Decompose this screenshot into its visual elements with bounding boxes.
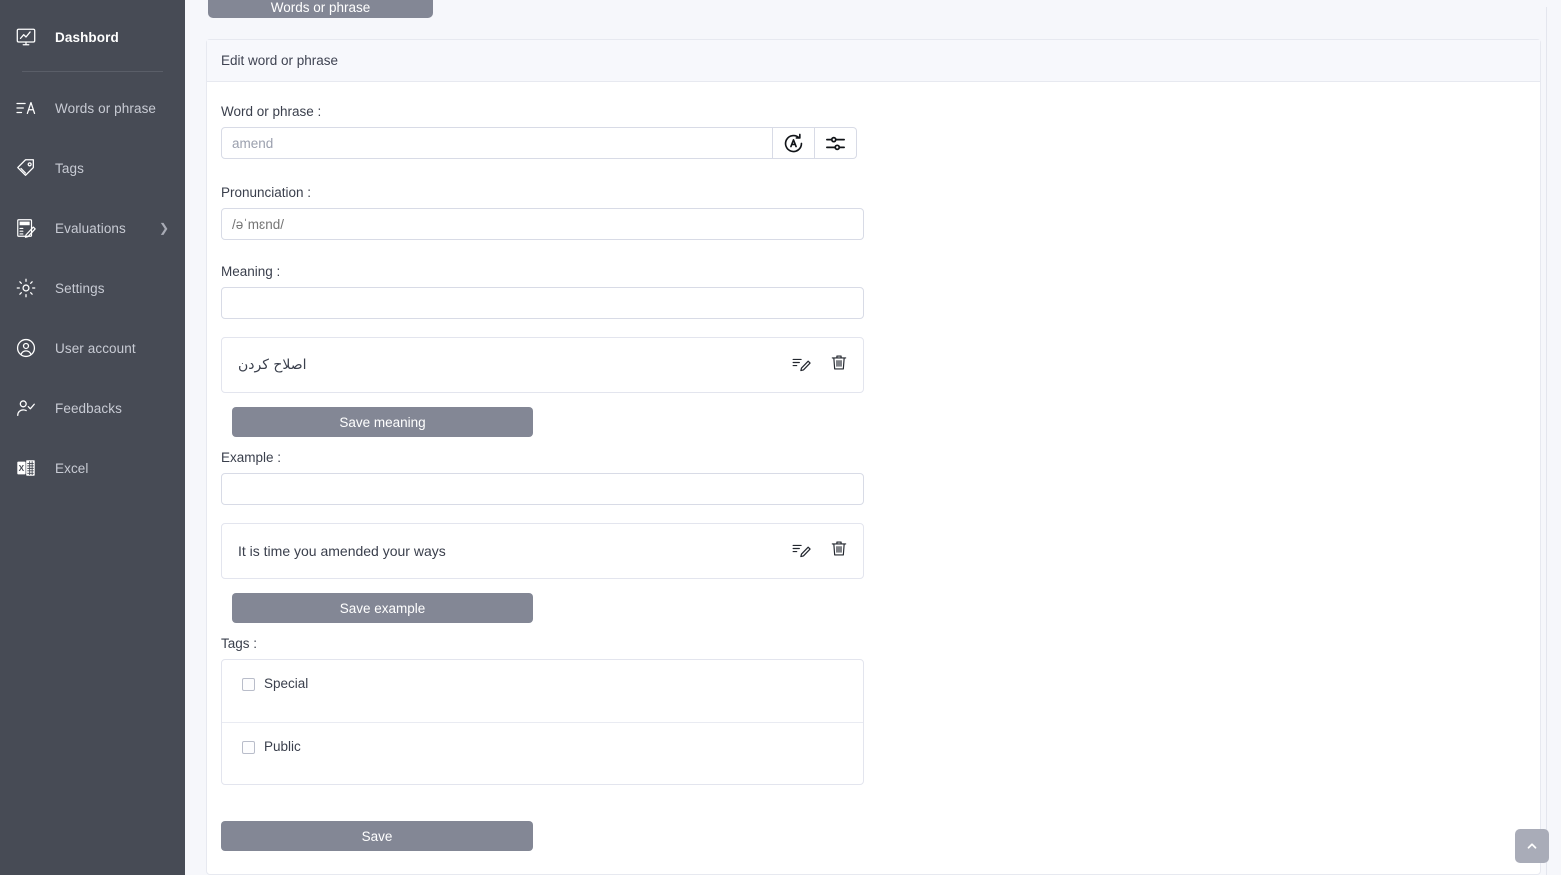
text-lines-a-icon: [10, 99, 42, 117]
sidebar-item-label: Excel: [55, 460, 89, 476]
exam-clipboard-pencil-icon: [10, 217, 42, 239]
save-button[interactable]: Save: [221, 821, 533, 851]
word-input[interactable]: [221, 127, 773, 159]
main-content: Words or phrase Edit word or phrase Word…: [185, 0, 1561, 875]
sidebar-item-evaluations[interactable]: Evaluations ❯: [0, 198, 185, 258]
user-check-icon: [10, 397, 42, 419]
trash-icon[interactable]: [829, 352, 849, 378]
sidebar-item-feedbacks[interactable]: Feedbacks: [0, 378, 185, 438]
sidebar-item-label: Tags: [55, 160, 84, 176]
tag-row[interactable]: Special: [222, 660, 863, 722]
edit-word-card: Edit word or phrase Word or phrase : ame…: [206, 39, 1541, 875]
example-text: It is time you amended your ways: [238, 543, 446, 559]
svg-text:X: X: [19, 464, 25, 473]
example-item-actions: [791, 538, 849, 564]
tag-icon: [10, 157, 42, 179]
tag-row[interactable]: Public: [222, 722, 863, 784]
word-settings-button[interactable]: [815, 127, 857, 159]
word-input-row: [221, 127, 1540, 159]
edit-pencil-icon[interactable]: [791, 352, 812, 378]
sidebar-item-excel[interactable]: X Excel: [0, 438, 185, 498]
a-in-circle-arrow-icon: [782, 132, 805, 155]
tags-list: Special Public: [221, 659, 864, 785]
sidebar-item-dashbord[interactable]: Dashbord: [0, 7, 185, 67]
sidebar-item-label: Dashbord: [55, 29, 119, 45]
pronunciation-label: Pronunciation :: [221, 185, 312, 200]
words-or-phrase-button[interactable]: Words or phrase: [208, 0, 433, 18]
auto-translate-button[interactable]: [773, 127, 815, 159]
sidebar-item-label: Settings: [55, 280, 105, 296]
card-title: Edit word or phrase: [207, 40, 1540, 82]
chevron-up-icon: [1525, 839, 1539, 853]
example-input[interactable]: [221, 473, 864, 505]
word-label: Word or phrase :: [221, 104, 322, 119]
sidebar-item-tags[interactable]: Tags: [0, 138, 185, 198]
meaning-label: Meaning :: [221, 264, 281, 279]
sidebar-item-words-or-phrase[interactable]: Words or phrase: [0, 78, 185, 138]
meaning-input[interactable]: [221, 287, 864, 319]
sidebar-item-label: User account: [55, 340, 136, 356]
chevron-right-icon[interactable]: ❯: [159, 222, 169, 234]
tag-label[interactable]: Special: [264, 676, 308, 691]
sidebar-item-label: Words or phrase: [55, 100, 157, 116]
sliders-icon: [824, 132, 847, 155]
sidebar-item-user-account[interactable]: User account: [0, 318, 185, 378]
sidebar-item-settings[interactable]: Settings: [0, 258, 185, 318]
example-list-item: It is time you amended your ways: [221, 523, 864, 579]
meaning-list-item: اصلاح کردن: [221, 337, 864, 393]
sidebar-item-label: Evaluations: [55, 220, 126, 236]
save-meaning-button[interactable]: Save meaning: [232, 407, 533, 437]
trash-icon[interactable]: [829, 538, 849, 564]
vertical-scrollbar[interactable]: [1546, 7, 1561, 875]
sidebar: Dashbord Words or phrase Tags Evaluation…: [0, 0, 185, 875]
example-label: Example :: [221, 450, 282, 465]
tag-checkbox-special[interactable]: [242, 678, 255, 691]
tags-label: Tags :: [221, 636, 258, 651]
meaning-item-actions: [791, 352, 849, 378]
tag-checkbox-public[interactable]: [242, 741, 255, 754]
app-root: Dashbord Words or phrase Tags Evaluation…: [0, 0, 1561, 875]
pronunciation-input[interactable]: [221, 208, 864, 240]
excel-file-icon: X: [10, 457, 42, 479]
meaning-text: اصلاح کردن: [238, 357, 307, 373]
sidebar-divider: [22, 71, 163, 72]
edit-pencil-icon[interactable]: [791, 538, 812, 564]
scroll-to-top-button[interactable]: [1515, 829, 1549, 863]
monitor-chart-icon: [10, 26, 42, 48]
card-body: Word or phrase : amend Pronunciation: /…: [207, 82, 1540, 851]
sidebar-item-label: Feedbacks: [55, 400, 122, 416]
gear-icon: [10, 277, 42, 299]
save-example-button[interactable]: Save example: [232, 593, 533, 623]
tag-label[interactable]: Public: [264, 739, 301, 754]
user-circle-icon: [10, 337, 42, 359]
